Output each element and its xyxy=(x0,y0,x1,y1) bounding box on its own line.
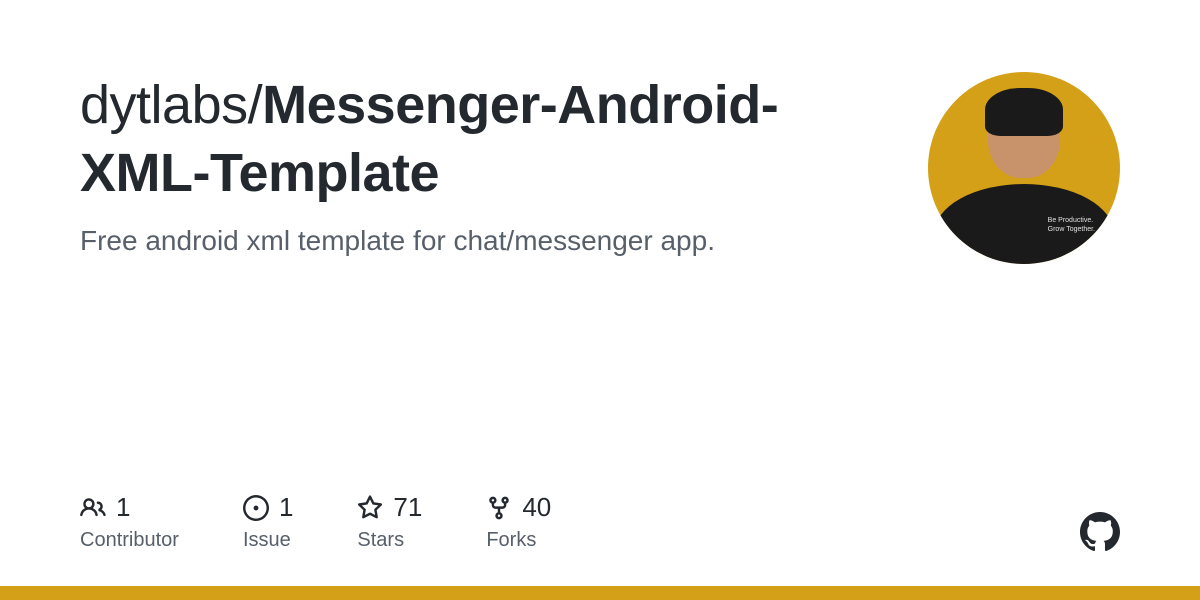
accent-bar xyxy=(0,586,1200,600)
stat-forks[interactable]: 40 Forks xyxy=(486,492,551,552)
issues-label: Issue xyxy=(243,529,293,552)
github-logo-icon[interactable] xyxy=(1080,512,1120,552)
stars-count: 71 xyxy=(393,492,422,523)
issue-icon xyxy=(243,495,269,521)
avatar-image: Be Productive. Grow Together. xyxy=(928,72,1120,264)
repo-title: dytlabs/Messenger-Android-XML-Template xyxy=(80,72,860,207)
stats-bar: 1 Contributor 1 Issue 71 Stars xyxy=(80,492,551,552)
repo-description: Free android xml template for chat/messe… xyxy=(80,225,860,257)
repo-owner[interactable]: dytlabs xyxy=(80,75,248,135)
contributors-label: Contributor xyxy=(80,529,179,552)
repo-separator: / xyxy=(248,75,263,135)
issues-count: 1 xyxy=(279,492,293,523)
contributors-icon xyxy=(80,495,106,521)
stat-issues[interactable]: 1 Issue xyxy=(243,492,293,552)
fork-icon xyxy=(486,495,512,521)
forks-label: Forks xyxy=(486,529,551,552)
star-icon xyxy=(357,495,383,521)
stars-label: Stars xyxy=(357,529,422,552)
forks-count: 40 xyxy=(522,492,551,523)
stat-stars[interactable]: 71 Stars xyxy=(357,492,422,552)
contributors-count: 1 xyxy=(116,492,130,523)
avatar[interactable]: Be Productive. Grow Together. xyxy=(928,72,1120,264)
stat-contributors[interactable]: 1 Contributor xyxy=(80,492,179,552)
